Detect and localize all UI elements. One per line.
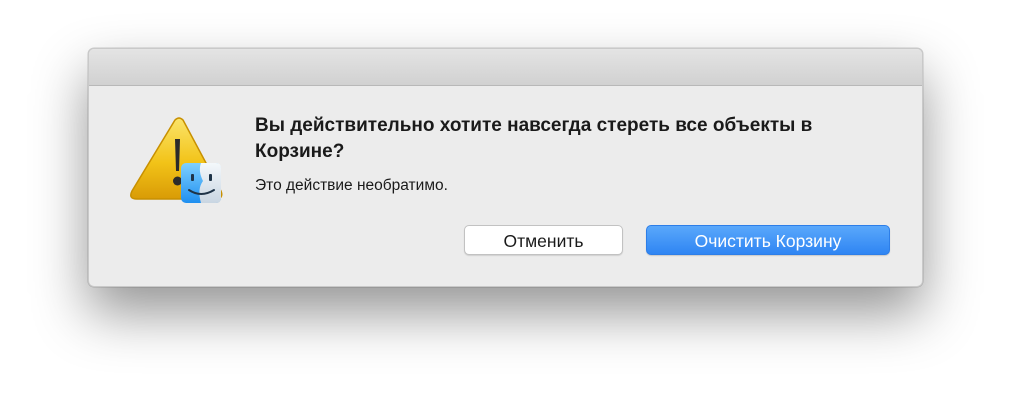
- cancel-button[interactable]: Отменить: [464, 225, 623, 255]
- alert-dialog: Вы действительно хотите навсегда стереть…: [88, 48, 923, 287]
- alert-message: Вы действительно хотите навсегда стереть…: [255, 115, 813, 162]
- alert-informative-text: Это действие необратимо.: [255, 177, 448, 194]
- caution-finder-icon: [127, 117, 227, 209]
- empty-trash-button[interactable]: Очистить Корзину: [646, 225, 890, 255]
- dialog-titlebar[interactable]: [89, 49, 922, 86]
